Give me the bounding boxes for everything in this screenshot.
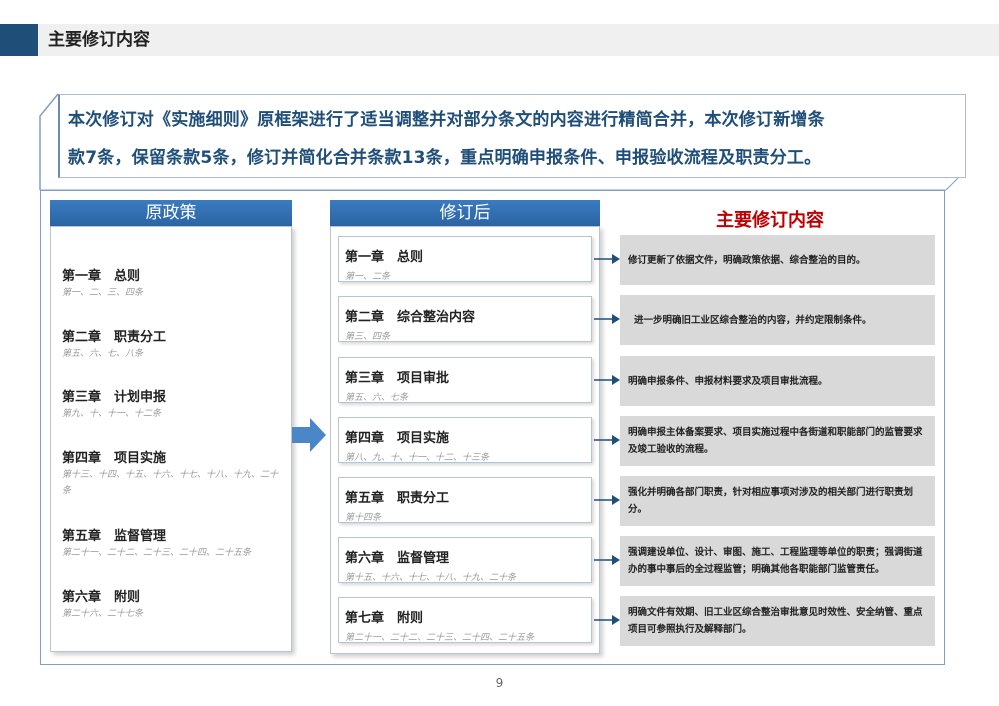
original-chapter-2-articles: 第五、六、七、八条 (62, 349, 144, 359)
revised-chapter-4-articles: 第八、九、十、十一、十二、十三条 (345, 453, 490, 463)
revised-chapter-5: 第五章 职责分工 第十四条 (338, 477, 592, 523)
original-chapter-6-articles: 第二十六、二十七条 (62, 609, 144, 619)
arrow-right-icon (594, 615, 620, 625)
original-chapter-1: 第一章 总则 (62, 269, 141, 284)
revised-chapter-7-title: 第七章 附则 (345, 611, 424, 626)
right-arrow-icon (292, 418, 326, 452)
revised-chapter-7-articles: 第二十一、二十二、二十三、二十四、二十五条 (345, 633, 535, 643)
revised-chapter-4: 第四章 项目实施 第八、九、十、十一、十二、十三条 (338, 417, 592, 463)
original-chapter-2: 第二章 职责分工 (62, 330, 167, 345)
original-chapter-4: 第四章 项目实施 (62, 451, 167, 466)
revision-item-2: 进一步明确旧工业区综合整治的内容，并约定限制条件。 (620, 295, 935, 345)
original-chapter-5: 第五章 监督管理 (62, 529, 167, 544)
summary-line-1: 本次修订对《实施细则》原框架进行了适当调整并对部分条文的内容进行精简合并，本次修… (68, 110, 825, 130)
revised-chapter-6: 第六章 监督管理 第十五、十六、十七、十八、十九、二十条 (338, 537, 592, 583)
original-policy-heading: 原政策 (50, 200, 292, 226)
original-chapter-6: 第六章 附则 (62, 590, 141, 605)
revised-chapter-1: 第一章 总则 第一、二条 (338, 236, 592, 282)
revised-chapter-1-title: 第一章 总则 (345, 250, 424, 265)
revised-chapter-5-articles: 第十四条 (345, 513, 382, 523)
revised-chapter-2: 第二章 综合整治内容 第三、四条 (338, 296, 592, 342)
page-title: 主要修订内容 (48, 30, 150, 50)
arrow-right-icon (594, 555, 620, 565)
arrow-right-icon (594, 495, 620, 505)
revision-item-6: 强调建设单位、设计、审图、施工、工程监理等单位的职责；强调街道办的事中事后的全过… (620, 536, 935, 586)
revision-item-7: 明确文件有效期、旧工业区综合整治审批意见时效性、安全纳管、重点项目可参照执行及解… (620, 596, 935, 646)
revised-chapter-3-title: 第三章 项目审批 (345, 371, 450, 386)
revised-chapter-4-title: 第四章 项目实施 (345, 431, 450, 446)
page-number: 9 (495, 676, 504, 690)
original-chapter-3: 第三章 计划申报 (62, 390, 167, 405)
revised-chapter-6-articles: 第十五、十六、十七、十八、十九、二十条 (345, 573, 517, 583)
arrow-right-icon (594, 254, 620, 264)
original-chapter-3-articles: 第九、十、十一、十二条 (62, 409, 162, 419)
revised-chapter-1-articles: 第一、二条 (345, 272, 391, 282)
arrow-right-icon (594, 375, 620, 385)
original-chapter-1-articles: 第一、二、三、四条 (62, 288, 144, 298)
summary-line-2: 款7条，保留条款5条，修订并简化合并条款13条，重点明确申报条件、申报验收流程及… (68, 148, 822, 168)
summary-box: 本次修订对《实施细则》原框架进行了适当调整并对部分条文的内容进行精简合并，本次修… (58, 94, 966, 178)
revised-policy-heading: 修订后 (330, 200, 600, 226)
revised-chapter-2-articles: 第三、四条 (345, 332, 391, 342)
revision-item-5: 强化并明确各部门职责，针对相应事项对涉及的相关部门进行职责划分。 (620, 476, 935, 526)
header-accent-block (0, 24, 38, 56)
original-chapter-4-articles: 第十三、十四、十五、十六、十七、十八、十九、二十条 (62, 470, 279, 496)
revisions-heading: 主要修订内容 (716, 210, 824, 231)
revised-chapter-6-title: 第六章 监督管理 (345, 551, 450, 566)
revision-item-1: 修订更新了依据文件，明确政策依据、综合整治的目的。 (620, 235, 935, 285)
revised-chapter-7: 第七章 附则 第二十一、二十二、二十三、二十四、二十五条 (338, 597, 592, 643)
revised-chapter-2-title: 第二章 综合整治内容 (345, 310, 476, 325)
revision-item-3: 明确申报条件、申报材料要求及项目审批流程。 (620, 356, 935, 406)
arrow-right-icon (594, 435, 620, 445)
original-chapter-5-articles: 第二十一、二十二、二十三、二十四、二十五条 (62, 548, 252, 558)
arrow-right-icon (594, 314, 620, 324)
revised-chapter-3-articles: 第五、六、七条 (345, 393, 409, 403)
revision-item-4: 明确申报主体备案要求、项目实施过程中各街道和职能部门的监管要求及竣工验收的流程。 (620, 416, 935, 466)
revised-chapter-3: 第三章 项目审批 第五、六、七条 (338, 357, 592, 403)
revised-chapter-5-title: 第五章 职责分工 (345, 491, 450, 506)
